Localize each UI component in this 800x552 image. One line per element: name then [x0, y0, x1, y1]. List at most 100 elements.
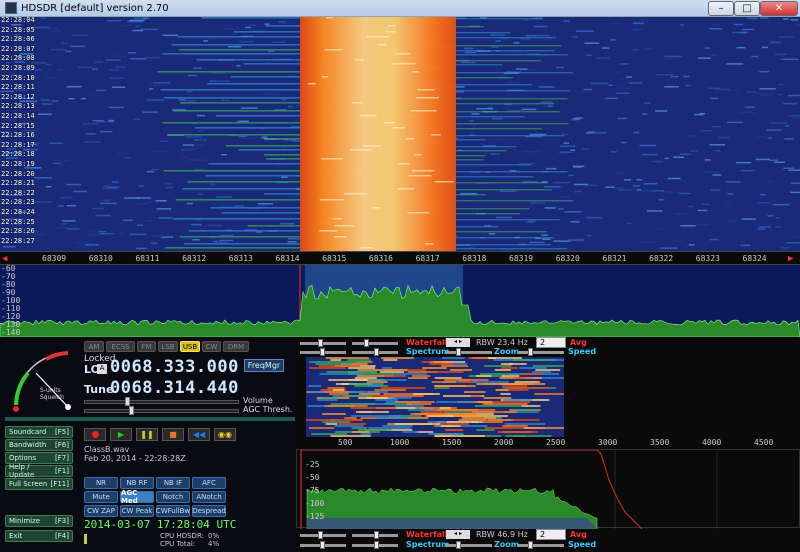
waterfall-contrast-slider[interactable] [352, 339, 398, 347]
audio-waterfall-contrast-slider[interactable] [352, 531, 398, 539]
waterfall-level-slider[interactable] [300, 339, 346, 347]
stop-button[interactable]: ■ [162, 428, 184, 441]
audio-avg-label: Avg [570, 530, 587, 539]
record-button[interactable] [84, 428, 106, 441]
frequency-tick-label: 68322 [649, 254, 674, 263]
audio-rbw-stepper[interactable]: ◂ ▸ [446, 530, 470, 539]
dsp-afc-button[interactable]: AFC [192, 477, 226, 489]
minimize-window-button[interactable]: – [708, 1, 734, 16]
full-screen-button[interactable]: Full Screen [F11] [5, 478, 73, 490]
help-update-button[interactable]: Help / Update [F1] [5, 463, 73, 479]
bandwidth-button[interactable]: Bandwidth [F6] [5, 439, 73, 451]
main-waterfall[interactable]: 22:28:04 22:28:05 22:28:06 22:28:07 22:28:08… [0, 17, 800, 251]
utc-clock: 2014-03-07 17:28:04 UTC [84, 518, 237, 531]
dsp-cw-zap-button[interactable]: CW ZAP [84, 505, 118, 517]
audio-spectrum-level-slider[interactable] [300, 541, 346, 549]
dsp-cwfullbw-button[interactable]: CWFullBw [156, 505, 190, 517]
timestamp-label: 22:28:15 [1, 121, 35, 130]
cpu-hdsdr-label: CPU HDSDR: [160, 532, 204, 540]
pause-button[interactable]: ❚❚ [136, 428, 158, 441]
timestamp-label: 22:28:12 [1, 92, 35, 101]
dsp-agc-med-button[interactable]: AGC Med [120, 489, 154, 505]
level-bar [5, 417, 295, 421]
mode-button-cw[interactable]: CW [202, 341, 221, 352]
dsp-cw-peak-button[interactable]: CW Peak [120, 505, 154, 517]
dsp-notch-button[interactable]: Notch [156, 491, 190, 503]
audio-db-label: -50 [305, 473, 320, 482]
dsp-nb-if-button[interactable]: NB IF [156, 477, 190, 489]
loop-button[interactable]: ◉◉ [214, 428, 236, 441]
mode-button-drm[interactable]: DRM [223, 341, 249, 352]
audio-zoom-slider[interactable] [446, 541, 492, 549]
record-icon [91, 431, 99, 438]
timestamp-label: 22:28:16 [1, 131, 35, 140]
pause-icon: ❚❚ [140, 430, 154, 439]
audio-spectrum[interactable]: -25 -50 -75 -100 -125 [296, 449, 800, 529]
dsp-anotch-button[interactable]: ANotch [192, 491, 226, 503]
dsp-nr-button[interactable]: NR [84, 477, 118, 489]
db-scale-label: -140 [1, 328, 21, 337]
audio-rbw-label: RBW 46.9 Hz [476, 530, 528, 539]
timestamp-label: 22:28:07 [1, 44, 35, 53]
lo-frequency[interactable]: 0068.333.000 [110, 357, 239, 377]
cpu-total-value: 4% [208, 540, 220, 548]
audio-spectrum-contrast-slider[interactable] [352, 541, 398, 549]
scroll-right-arrow[interactable]: ▶ [788, 254, 793, 264]
audio-waterfall[interactable] [306, 357, 564, 437]
audio-db-label: -125 [305, 512, 325, 521]
mode-button-lsb[interactable]: LSB [158, 341, 178, 352]
play-button[interactable]: ▶ [110, 428, 132, 441]
audio-speed-slider[interactable] [518, 541, 564, 549]
frequency-tick-label: 68323 [695, 254, 720, 263]
hotkey-label: [F6] [55, 441, 69, 449]
lo-lock-badge[interactable]: A [97, 364, 107, 374]
audio-tick-label: 1500 [442, 438, 462, 447]
mode-button-fm[interactable]: FM [137, 341, 156, 352]
spectrum-contrast-slider[interactable] [352, 348, 398, 356]
audio-speed-label: Speed [568, 540, 597, 549]
spectrum-level-slider[interactable] [300, 348, 346, 356]
dsp-despread-button[interactable]: Despread [192, 505, 226, 517]
audio-waterfall-label: Waterfall [406, 530, 448, 539]
frequency-tick-label: 68317 [415, 254, 440, 263]
main-spectrum[interactable]: -60 -70 -80 -90 -100 -110 -120 -130 -140 [0, 265, 800, 337]
mode-button-am[interactable]: AM [84, 341, 104, 352]
avg-label: Avg [570, 338, 587, 347]
frequency-tick-label: 68316 [368, 254, 393, 263]
tune-label: Tune [84, 383, 114, 396]
freqmgr-button[interactable]: FreqMgr [244, 359, 284, 372]
button-label: Bandwidth [9, 441, 47, 449]
bottom-display-controls: Waterfall ◂ ▸ RBW 46.9 Hz 2 Avg Spectrum… [296, 528, 800, 552]
close-window-button[interactable]: ✕ [760, 1, 798, 16]
timestamp-label: 22:28:24 [1, 208, 35, 216]
speed-slider[interactable] [518, 348, 564, 356]
avg-select[interactable]: 2 [536, 337, 566, 348]
speed-label: Speed [568, 347, 597, 356]
frequency-ruler: ◀ 68309 68310 68311 68312 68313 68314 68315 683… [0, 251, 800, 265]
mode-button-usb[interactable]: USB [180, 341, 200, 352]
frequency-tick-label: 68309 [42, 254, 67, 263]
hotkey-label: [F11] [50, 480, 69, 488]
audio-waterfall-level-slider[interactable] [300, 531, 346, 539]
audio-tick-label: 3000 [598, 438, 618, 447]
rbw-stepper[interactable]: ◂ ▸ [446, 338, 470, 347]
audio-db-label: -100 [305, 499, 325, 508]
maximize-window-button[interactable]: □ [734, 1, 760, 16]
exit-button[interactable]: Exit [F4] [5, 530, 73, 542]
soundcard-button[interactable]: Soundcard [F5] [5, 426, 73, 438]
dsp-mute-button[interactable]: Mute [84, 491, 118, 503]
zoom-slider[interactable] [446, 348, 492, 356]
button-label: Minimize [9, 517, 41, 525]
scroll-left-arrow[interactable]: ◀ [2, 254, 7, 264]
dsp-nb-rf-button[interactable]: NB RF [120, 477, 154, 489]
minimize-button[interactable]: Minimize [F3] [5, 515, 73, 527]
tune-frequency[interactable]: 0068.314.440 [110, 378, 239, 398]
button-label: Options [9, 454, 37, 462]
timestamp-label: 22:28:05 [1, 25, 35, 34]
mode-button-ecss[interactable]: ECSS [106, 341, 135, 352]
rewind-button[interactable]: ◀◀ [188, 428, 210, 441]
volume-slider[interactable] [84, 397, 239, 406]
agc-threshold-slider[interactable] [84, 406, 239, 415]
frequency-tick-label: 68313 [228, 254, 253, 263]
audio-avg-select[interactable]: 2 [536, 529, 566, 540]
